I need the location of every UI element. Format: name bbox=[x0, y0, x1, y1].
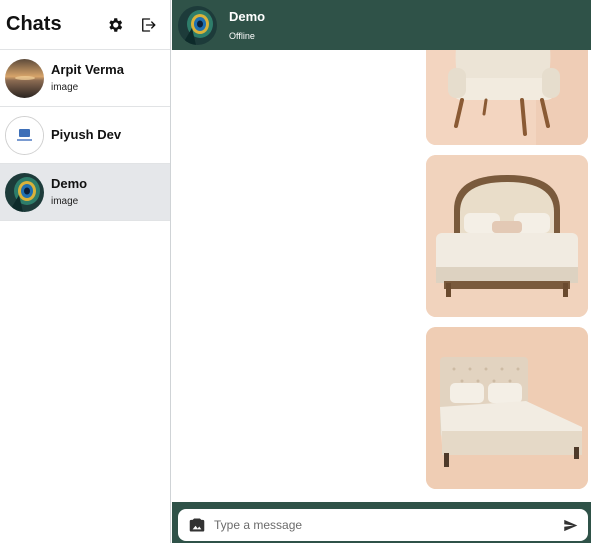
chat-item-arpit-verma[interactable]: Arpit Verma image bbox=[0, 50, 170, 107]
chat-header: Demo Offline bbox=[172, 0, 591, 50]
sidebar: Chats Arpit Verma image Piyush Dev Demo … bbox=[0, 0, 171, 543]
chat-name: Demo bbox=[51, 175, 88, 191]
avatar bbox=[5, 115, 44, 155]
avatar bbox=[5, 58, 44, 98]
message-input[interactable] bbox=[214, 518, 563, 532]
image-message-bed-tufted[interactable] bbox=[426, 327, 588, 489]
chat-app: Chats Arpit Verma image Piyush Dev Demo … bbox=[0, 0, 591, 543]
contact-name: Demo bbox=[229, 8, 266, 24]
logout-icon[interactable] bbox=[137, 14, 159, 36]
image-icon[interactable] bbox=[188, 517, 206, 533]
image-message-bed-arched[interactable] bbox=[426, 155, 588, 317]
message-composer bbox=[178, 509, 588, 541]
message-list[interactable] bbox=[172, 50, 591, 502]
chat-item-demo[interactable]: Demo image bbox=[0, 164, 170, 221]
sidebar-header: Chats bbox=[0, 0, 170, 50]
chat-name: Piyush Dev bbox=[51, 127, 122, 142]
send-icon[interactable] bbox=[563, 518, 578, 533]
avatar[interactable] bbox=[178, 5, 217, 45]
chat-item-piyush-dev[interactable]: Piyush Dev bbox=[0, 107, 170, 164]
composer-bar bbox=[172, 502, 591, 543]
gear-icon[interactable] bbox=[104, 14, 126, 36]
contact-status: Offline bbox=[229, 30, 255, 41]
chat-panel: Demo Offline bbox=[172, 0, 591, 543]
chat-name: Arpit Verma bbox=[51, 61, 124, 77]
sidebar-title: Chats bbox=[6, 13, 62, 35]
chat-preview: image bbox=[51, 195, 79, 207]
image-message-armchair[interactable] bbox=[426, 50, 588, 145]
avatar bbox=[5, 172, 44, 212]
chat-preview: image bbox=[51, 81, 79, 93]
